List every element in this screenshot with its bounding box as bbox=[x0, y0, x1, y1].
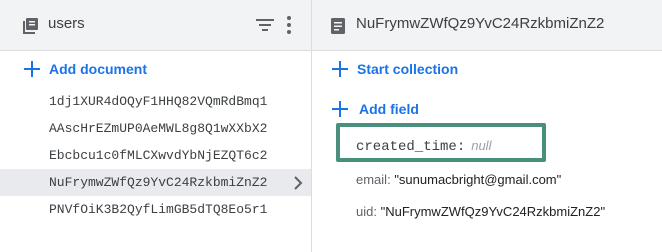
field-key: created_time: bbox=[356, 139, 466, 155]
document-id: Ebcbcu1c0fMLCXwvdYbNjEZQT6c2 bbox=[49, 148, 268, 163]
filter-icon[interactable] bbox=[256, 17, 274, 33]
start-collection-button[interactable]: Start collection bbox=[332, 61, 458, 77]
field-uid[interactable]: uid: "NuFrymwZWfQz9YvC24RzkbmiZnZ2" bbox=[356, 204, 605, 219]
add-field-button[interactable]: Add field bbox=[332, 101, 419, 117]
collection-icon bbox=[23, 18, 38, 34]
field-value: "sunumacbright@gmail.com" bbox=[394, 172, 562, 187]
document-panel: NuFrymwZWfQz9YvC24RzkbmiZnZ2 Start colle… bbox=[312, 0, 662, 252]
document-row[interactable]: PNVfOiK3B2QyfLimGB5dTQ8Eo5r1 bbox=[0, 196, 311, 223]
document-id: NuFrymwZWfQz9YvC24RzkbmiZnZ2 bbox=[49, 175, 268, 190]
collection-header: users bbox=[0, 0, 311, 51]
field-value: null bbox=[471, 138, 492, 153]
collection-panel: users Add document 1dj1XUR4dOQyF1HHQ82VQ… bbox=[0, 0, 311, 252]
add-document-label: Add document bbox=[49, 61, 147, 77]
document-id: PNVfOiK3B2QyfLimGB5dTQ8Eo5r1 bbox=[49, 202, 268, 217]
start-collection-label: Start collection bbox=[357, 61, 459, 77]
field-key: email: bbox=[356, 172, 391, 187]
field-created-time[interactable]: created_time: null bbox=[356, 138, 491, 155]
chevron-right-icon bbox=[294, 176, 303, 190]
add-document-button[interactable]: Add document bbox=[24, 61, 147, 77]
field-value: "NuFrymwZWfQz9YvC24RzkbmiZnZ2" bbox=[380, 204, 606, 219]
add-field-label: Add field bbox=[359, 101, 419, 117]
document-row[interactable]: 1dj1XUR4dOQyF1HHQ82VQmRdBmq1 bbox=[0, 88, 311, 115]
plus-icon bbox=[332, 61, 348, 77]
document-row-selected[interactable]: NuFrymwZWfQz9YvC24RzkbmiZnZ2 bbox=[0, 169, 311, 196]
document-icon bbox=[331, 18, 345, 34]
field-email[interactable]: email: "sunumacbright@gmail.com" bbox=[356, 172, 561, 187]
collection-title: users bbox=[48, 15, 85, 32]
document-row[interactable]: Ebcbcu1c0fMLCXwvdYbNjEZQT6c2 bbox=[0, 142, 311, 169]
plus-icon bbox=[24, 61, 40, 77]
document-id: 1dj1XUR4dOQyF1HHQ82VQmRdBmq1 bbox=[49, 94, 268, 109]
document-title: NuFrymwZWfQz9YvC24RzkbmiZnZ2 bbox=[356, 15, 605, 32]
field-key: uid: bbox=[356, 204, 377, 219]
document-row[interactable]: AAscHrEZmUP0AeMWL8g8Q1wXXbX2 bbox=[0, 115, 311, 142]
document-list: 1dj1XUR4dOQyF1HHQ82VQmRdBmq1 AAscHrEZmUP… bbox=[0, 88, 311, 223]
document-id: AAscHrEZmUP0AeMWL8g8Q1wXXbX2 bbox=[49, 121, 268, 136]
plus-icon bbox=[332, 101, 348, 117]
more-vert-icon[interactable] bbox=[286, 15, 292, 35]
document-header: NuFrymwZWfQz9YvC24RzkbmiZnZ2 bbox=[312, 0, 662, 51]
